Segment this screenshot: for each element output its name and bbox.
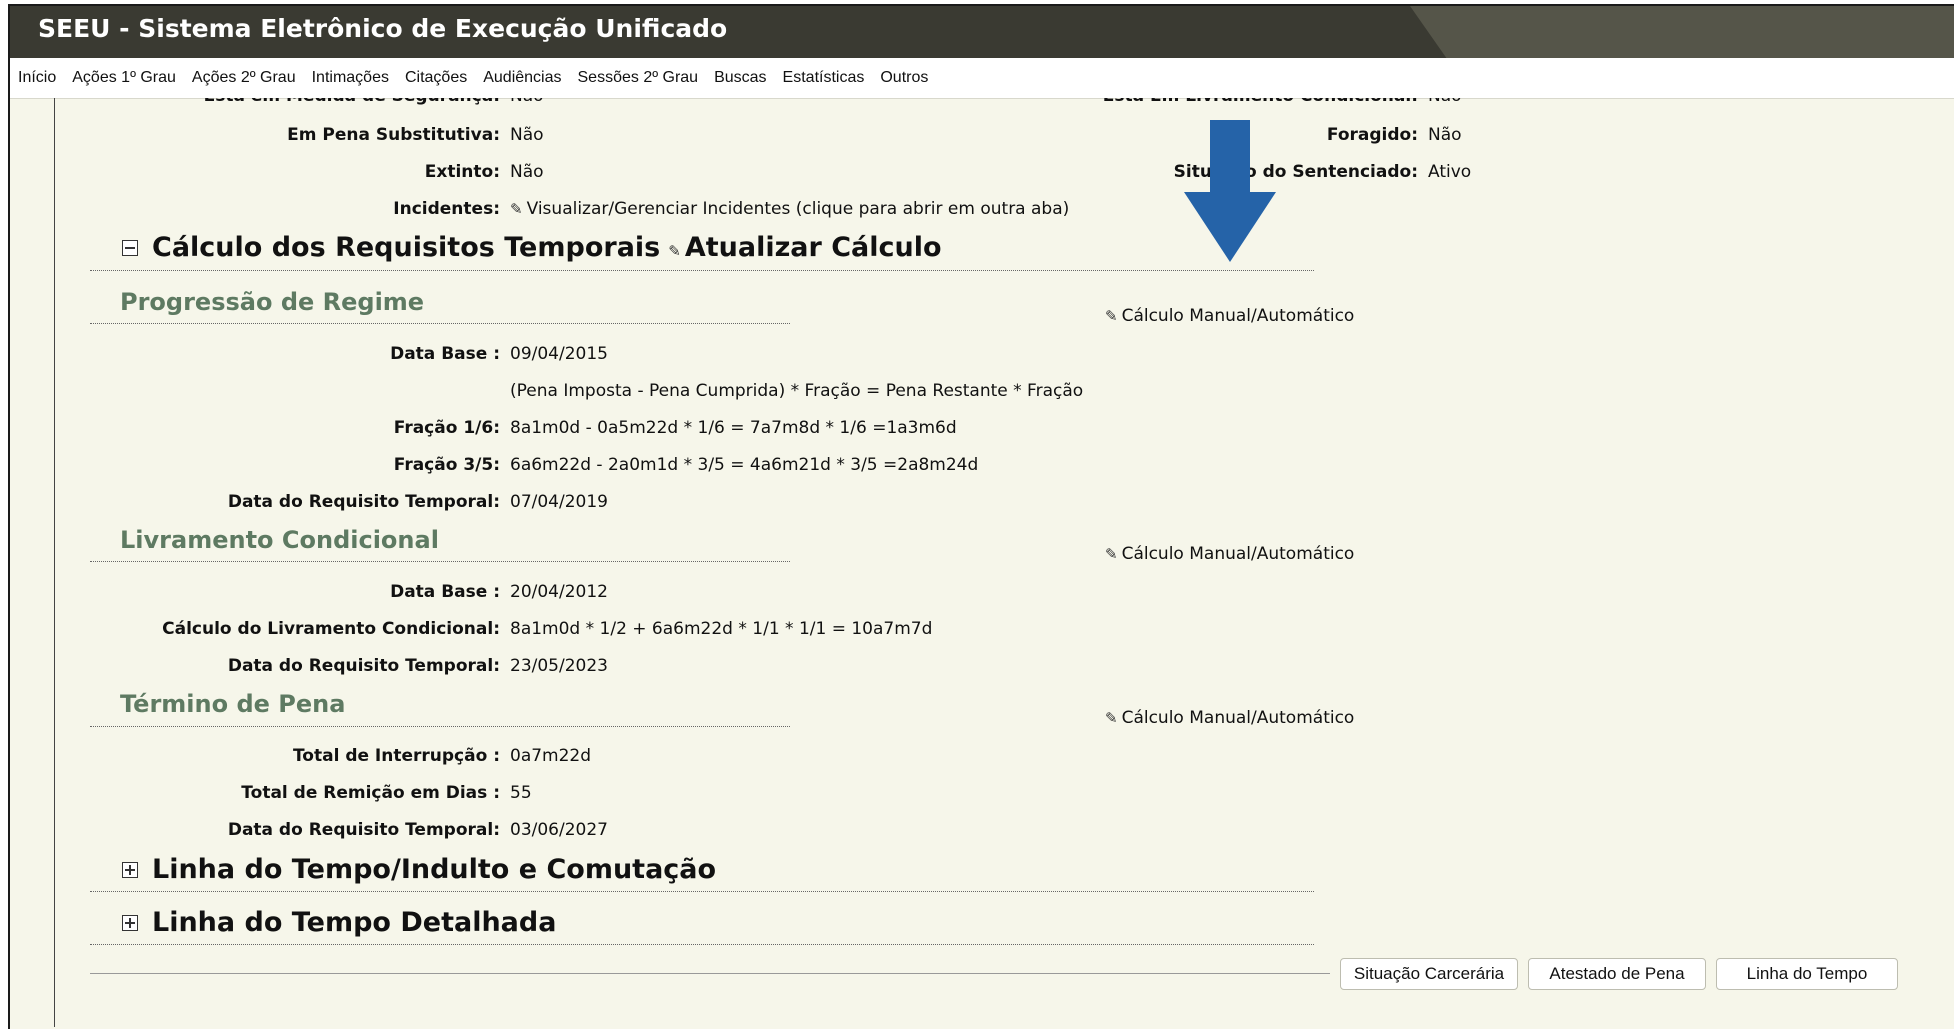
incidentes-link-text: Visualizar/Gerenciar Incidentes (clique … (526, 199, 1070, 219)
app-title: SEEU - Sistema Eletrônico de Execução Un… (38, 14, 728, 43)
section-divider (90, 944, 1314, 945)
linha-tempo-indulto-title[interactable]: Linha do Tempo/Indulto e Comutação (152, 854, 716, 885)
extinto-label: Extinto: (424, 162, 500, 182)
linha-tempo-detalhada-header: Linha do Tempo Detalhada (122, 907, 556, 938)
linha-tempo-detalhada-title[interactable]: Linha do Tempo Detalhada (152, 907, 556, 938)
atestado-pena-button[interactable]: Atestado de Pena (1528, 958, 1706, 990)
extinto-value: Não (510, 162, 544, 182)
expand-icon[interactable] (122, 914, 138, 931)
livramento-manual-link[interactable]: ✎ Cálculo Manual/Automático (1105, 544, 1354, 564)
progressao-formula: (Pena Imposta - Pena Cumprida) * Fração … (510, 381, 1084, 401)
linha-tempo-button[interactable]: Linha do Tempo (1716, 958, 1898, 990)
termino-requisito-label: Data do Requisito Temporal: (227, 820, 500, 840)
situacao-sentenciado-value: Ativo (1428, 162, 1472, 182)
remicao-value: 55 (510, 783, 532, 803)
livramento-title: Livramento Condicional (120, 526, 439, 554)
app-header: SEEU - Sistema Eletrônico de Execução Un… (10, 6, 1954, 58)
main-menu: Início Ações 1º Grau Ações 2º Grau Intim… (10, 58, 1954, 99)
pencil-icon: ✎ (668, 242, 681, 260)
remicao-label: Total de Remição em Dias : (241, 783, 500, 803)
menu-intimacoes[interactable]: Intimações (304, 69, 397, 87)
interrupcao-label: Total de Interrupção : (292, 746, 500, 766)
fracao-3-5-value: 6a6m22d - 2a0m1d * 3/5 = 4a6m21d * 3/5 =… (510, 455, 979, 475)
subsection-divider (90, 561, 790, 562)
manual-link-text: Cálculo Manual/Automático (1121, 708, 1355, 728)
progressao-data-base-label: Data Base : (390, 344, 500, 364)
footer-rule (90, 973, 1330, 974)
collapse-icon[interactable] (122, 239, 138, 256)
calc-section-header: Cálculo dos Requisitos Temporais ✎ Atuali… (122, 232, 942, 263)
fracao-1-6-value: 8a1m0d - 0a5m22d * 1/6 = 7a7m8d * 1/6 =1… (510, 418, 957, 438)
subsection-divider (90, 323, 790, 324)
update-calc-label: Atualizar Cálculo (684, 232, 942, 263)
menu-estatisticas[interactable]: Estatísticas (775, 69, 873, 87)
fracao-1-6-label: Fração 1/6: (393, 418, 500, 438)
interrupcao-value: 0a7m22d (510, 746, 592, 766)
progressao-manual-link[interactable]: ✎ Cálculo Manual/Automático (1105, 306, 1354, 326)
menu-acoes-1-grau[interactable]: Ações 1º Grau (64, 69, 184, 87)
termino-requisito-value: 03/06/2027 (510, 820, 608, 840)
incidentes-label: Incidentes: (393, 199, 500, 219)
termino-manual-link[interactable]: ✎ Cálculo Manual/Automático (1105, 708, 1354, 728)
pencil-icon: ✎ (510, 200, 523, 218)
subsection-divider (90, 726, 790, 727)
menu-audiencias[interactable]: Audiências (475, 69, 569, 87)
menu-citacoes[interactable]: Citações (397, 69, 475, 87)
manual-link-text: Cálculo Manual/Automático (1121, 306, 1355, 326)
progressao-title: Progressão de Regime (120, 288, 425, 316)
pena-substitutiva-value: Não (510, 125, 544, 145)
incidentes-link[interactable]: ✎ Visualizar/Gerenciar Incidentes (clique… (510, 199, 1069, 219)
update-calc-link[interactable]: ✎ Atualizar Cálculo (668, 232, 941, 263)
livramento-calculo-label: Cálculo do Livramento Condicional: (162, 619, 500, 639)
menu-outros[interactable]: Outros (872, 69, 936, 87)
livramento-data-base-label: Data Base : (390, 582, 500, 602)
section-divider (90, 270, 1314, 271)
livramento-data-base-value: 20/04/2012 (510, 582, 608, 602)
progressao-requisito-value: 07/04/2019 (510, 492, 608, 512)
pencil-icon: ✎ (1105, 709, 1118, 727)
menu-sessoes-2-grau[interactable]: Sessões 2º Grau (570, 69, 707, 87)
pena-substitutiva-label: Em Pena Substitutiva: (287, 125, 500, 145)
pencil-icon: ✎ (1105, 545, 1118, 563)
header-shade (1410, 6, 1954, 58)
foragido-value: Não (1428, 125, 1462, 145)
situacao-carceraria-button[interactable]: Situação Carcerária (1340, 958, 1518, 990)
pencil-icon: ✎ (1105, 307, 1118, 325)
livramento-requisito-value: 23/05/2023 (510, 656, 608, 676)
annotation-arrow-icon (1184, 120, 1276, 262)
progressao-requisito-label: Data do Requisito Temporal: (227, 492, 500, 512)
livramento-requisito-label: Data do Requisito Temporal: (227, 656, 500, 676)
termino-title: Término de Pena (120, 690, 346, 718)
menu-acoes-2-grau[interactable]: Ações 2º Grau (184, 69, 304, 87)
calc-section-title: Cálculo dos Requisitos Temporais (152, 232, 661, 263)
livramento-calculo-value: 8a1m0d * 1/2 + 6a6m22d * 1/1 * 1/1 = 10a… (510, 619, 933, 639)
linha-tempo-indulto-header: Linha do Tempo/Indulto e Comutação (122, 854, 716, 885)
section-divider (90, 891, 1314, 892)
fracao-3-5-label: Fração 3/5: (393, 455, 500, 475)
progressao-data-base-value: 09/04/2015 (510, 344, 608, 364)
manual-link-text: Cálculo Manual/Automático (1121, 544, 1355, 564)
menu-buscas[interactable]: Buscas (706, 69, 774, 87)
menu-inicio[interactable]: Início (10, 69, 64, 87)
expand-icon[interactable] (122, 861, 138, 878)
